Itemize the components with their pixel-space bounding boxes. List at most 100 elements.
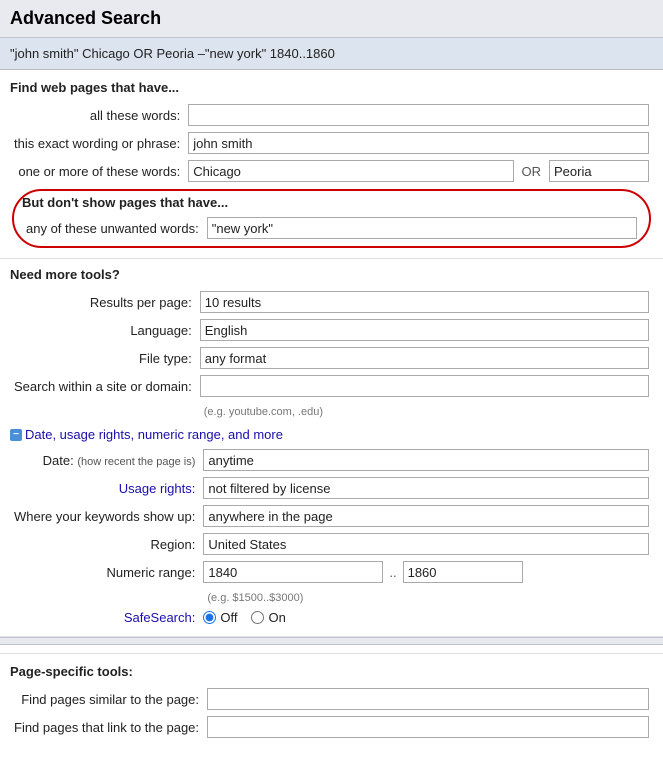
query-bar: "john smith" Chicago OR Peoria –"new yor… <box>0 38 663 70</box>
all-words-input[interactable] <box>188 104 649 126</box>
tools-section: Need more tools? Results per page: Langu… <box>0 259 663 637</box>
site-domain-label: Search within a site or domain: <box>10 372 196 400</box>
site-hint-row: (e.g. youtube.com, .edu) <box>10 400 653 421</box>
tools-form-table: Results per page: Language: File type: S… <box>10 288 653 421</box>
page-specific-section: Page-specific tools: Find pages similar … <box>0 653 663 749</box>
file-type-cell <box>196 344 653 372</box>
region-input[interactable] <box>203 533 649 555</box>
link-pages-label: Find pages that link to the page: <box>10 713 203 741</box>
date-input[interactable] <box>203 449 649 471</box>
page-specific-table: Find pages similar to the page: Find pag… <box>10 685 653 741</box>
results-per-page-input[interactable] <box>200 291 649 313</box>
usage-rights-row: Usage rights: <box>10 474 653 502</box>
one-or-more-row: one or more of these words: OR <box>10 157 653 185</box>
keywords-show-input[interactable] <box>203 505 649 527</box>
exact-phrase-input[interactable] <box>188 132 649 154</box>
safesearch-off-option[interactable]: Off <box>203 610 237 625</box>
usage-rights-input[interactable] <box>203 477 649 499</box>
more-tools-label: Date, usage rights, numeric range, and m… <box>25 427 283 442</box>
site-domain-cell <box>196 372 653 400</box>
language-row: Language: <box>10 316 653 344</box>
all-words-label: all these words: <box>10 101 184 129</box>
numeric-hint-spacer <box>10 586 199 607</box>
numeric-dots: .. <box>389 565 396 580</box>
find-section-header: Find web pages that have... <box>10 80 653 95</box>
exact-phrase-label: this exact wording or phrase: <box>10 129 184 157</box>
find-form-table: all these words: this exact wording or p… <box>10 101 653 185</box>
safesearch-label: SafeSearch: <box>10 607 199 628</box>
numeric-hint-text: (e.g. $1500..$3000) <box>203 592 303 604</box>
site-domain-row: Search within a site or domain: <box>10 372 653 400</box>
page-title: Advanced Search <box>10 8 653 29</box>
one-or-more-second-input[interactable] <box>549 160 649 182</box>
site-domain-input[interactable] <box>200 375 649 397</box>
all-words-cell <box>184 101 653 129</box>
safesearch-row: SafeSearch: Off On <box>10 607 653 628</box>
numeric-range-label: Numeric range: <box>10 558 199 586</box>
one-or-more-input[interactable] <box>188 160 513 182</box>
unwanted-words-input[interactable] <box>207 217 637 239</box>
numeric-range-row: Numeric range: .. <box>10 558 653 586</box>
numeric-hint-row: (e.g. $1500..$3000) <box>10 586 653 607</box>
one-or-more-cell: OR <box>184 157 653 185</box>
similar-pages-label: Find pages similar to the page: <box>10 685 203 713</box>
keywords-show-cell <box>199 502 653 530</box>
numeric-from-input[interactable] <box>203 561 383 583</box>
query-text: "john smith" Chicago OR Peoria –"new yor… <box>10 46 335 61</box>
safesearch-cell: Off On <box>199 607 653 628</box>
site-hint-spacer <box>10 400 196 421</box>
exact-phrase-row: this exact wording or phrase: <box>10 129 653 157</box>
date-label: Date: (how recent the page is) <box>10 446 199 474</box>
extended-form-table: Date: (how recent the page is) Usage rig… <box>10 446 653 628</box>
link-pages-row: Find pages that link to the page: <box>10 713 653 741</box>
usage-rights-link[interactable]: Usage rights: <box>119 481 196 496</box>
numeric-range-cell: .. <box>199 558 653 586</box>
safesearch-on-radio[interactable] <box>251 611 264 624</box>
safesearch-on-option[interactable]: On <box>251 610 285 625</box>
page-title-bar: Advanced Search <box>0 0 663 38</box>
all-words-row: all these words: <box>10 101 653 129</box>
site-hint-text: (e.g. youtube.com, .edu) <box>200 406 323 418</box>
file-type-label: File type: <box>10 344 196 372</box>
safesearch-off-radio[interactable] <box>203 611 216 624</box>
dont-show-header: But don't show pages that have... <box>22 195 641 210</box>
tools-section-header: Need more tools? <box>10 267 653 282</box>
file-type-row: File type: <box>10 344 653 372</box>
keywords-show-label: Where your keywords show up: <box>10 502 199 530</box>
unwanted-words-row: any of these unwanted words: <box>22 214 641 242</box>
numeric-to-input[interactable] <box>403 561 523 583</box>
similar-pages-cell <box>203 685 653 713</box>
numeric-hint-cell: (e.g. $1500..$3000) <box>199 586 653 607</box>
region-label: Region: <box>10 530 199 558</box>
date-row: Date: (how recent the page is) <box>10 446 653 474</box>
language-label: Language: <box>10 316 196 344</box>
unwanted-words-cell <box>203 214 641 242</box>
region-cell <box>199 530 653 558</box>
language-input[interactable] <box>200 319 649 341</box>
usage-rights-cell <box>199 474 653 502</box>
separator <box>0 637 663 645</box>
dont-show-table: any of these unwanted words: <box>22 214 641 242</box>
results-per-page-label: Results per page: <box>10 288 196 316</box>
results-per-page-row: Results per page: <box>10 288 653 316</box>
dont-show-section: But don't show pages that have... any of… <box>12 189 651 248</box>
date-cell <box>199 446 653 474</box>
link-pages-input[interactable] <box>207 716 649 738</box>
keywords-show-row: Where your keywords show up: <box>10 502 653 530</box>
safesearch-link[interactable]: SafeSearch: <box>124 610 196 625</box>
one-or-more-label: one or more of these words: <box>10 157 184 185</box>
page-specific-header: Page-specific tools: <box>10 664 653 679</box>
find-section: Find web pages that have... all these wo… <box>0 70 663 259</box>
safesearch-on-label: On <box>268 610 285 625</box>
exact-phrase-cell <box>184 129 653 157</box>
safesearch-off-label: Off <box>220 610 237 625</box>
similar-pages-row: Find pages similar to the page: <box>10 685 653 713</box>
similar-pages-input[interactable] <box>207 688 649 710</box>
region-row: Region: <box>10 530 653 558</box>
link-pages-cell <box>203 713 653 741</box>
file-type-input[interactable] <box>200 347 649 369</box>
or-separator: OR <box>518 164 546 179</box>
site-hint-cell: (e.g. youtube.com, .edu) <box>196 400 653 421</box>
safesearch-radio-group: Off On <box>203 610 649 625</box>
more-tools-link[interactable]: − Date, usage rights, numeric range, and… <box>10 427 283 442</box>
